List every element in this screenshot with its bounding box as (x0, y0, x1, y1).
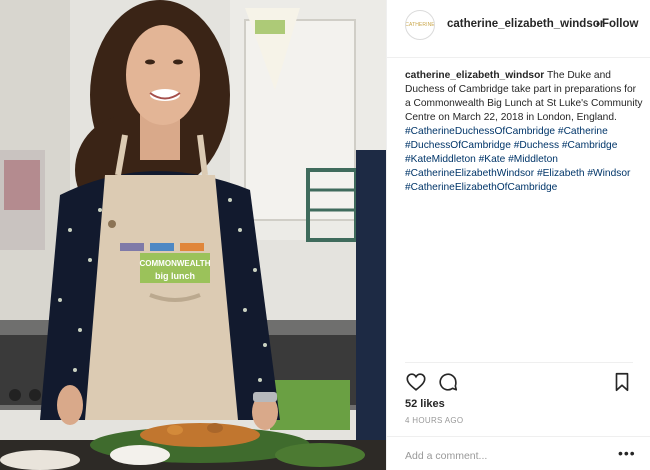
post-sidebar: CATHERINE catherine_elizabeth_windsor • … (386, 0, 650, 470)
post-header: CATHERINE catherine_elizabeth_windsor • … (387, 0, 650, 58)
post-photo[interactable]: COMMONWEALTH big lunch (0, 0, 386, 470)
avatar[interactable]: CATHERINE (405, 10, 435, 40)
hashtag-link[interactable]: #CatherineDuchessOfCambridge (405, 126, 555, 137)
hashtag-link[interactable]: #Elizabeth (537, 168, 585, 179)
post-caption: catherine_elizabeth_windsor The Duke and… (405, 69, 643, 195)
apron-logo-line2: big lunch (155, 271, 195, 281)
actions-divider (405, 362, 633, 363)
separator-dot: • (596, 17, 601, 31)
hashtag-link[interactable]: #Kate (479, 154, 506, 165)
hashtag-link[interactable]: #Middleton (508, 154, 558, 165)
comment-icon[interactable] (437, 371, 459, 393)
post-photo-illustration: COMMONWEALTH big lunch (0, 0, 386, 470)
more-options-button[interactable]: ••• (618, 445, 636, 461)
likes-count[interactable]: 52 likes (405, 398, 445, 410)
bookmark-icon[interactable] (611, 371, 633, 393)
apron-logo-line1: COMMONWEALTH (140, 259, 211, 268)
comment-divider (387, 436, 650, 437)
post-actions (405, 371, 633, 393)
comment-input[interactable]: Add a comment... (405, 450, 487, 462)
hashtag-link[interactable]: #Windsor (587, 168, 630, 179)
post-timestamp[interactable]: 4 HOURS AGO (405, 416, 463, 425)
caption-username[interactable]: catherine_elizabeth_windsor (405, 70, 544, 81)
hashtag-link[interactable]: #CatherineElizabethWindsor (405, 168, 534, 179)
hashtag-link[interactable]: #Duchess (514, 140, 559, 151)
hashtag-link[interactable]: #CatherineElizabethOfCambridge (405, 182, 557, 193)
hashtag-link[interactable]: #KateMiddleton (405, 154, 476, 165)
username-link[interactable]: catherine_elizabeth_windsor (447, 18, 604, 30)
hashtag-link[interactable]: #Cambridge (562, 140, 618, 151)
heart-icon[interactable] (405, 371, 427, 393)
hashtag-link[interactable]: #DuchessOfCambridge (405, 140, 511, 151)
follow-button[interactable]: Follow (602, 18, 638, 30)
avatar-label: CATHERINE (405, 22, 435, 28)
hashtag-link[interactable]: #Catherine (558, 126, 608, 137)
